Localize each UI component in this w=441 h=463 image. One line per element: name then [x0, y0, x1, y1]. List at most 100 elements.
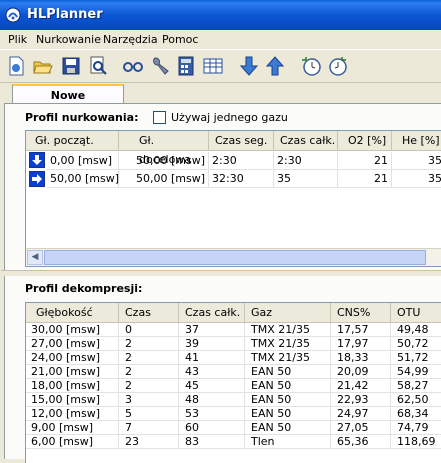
calculator-icon[interactable]	[175, 55, 197, 77]
cell-time[interactable]: 0	[119, 323, 179, 337]
cell-total-time[interactable]: 60	[179, 421, 245, 435]
cell-cns[interactable]: 17,97	[331, 337, 391, 351]
cell-o2[interactable]: 21	[338, 152, 392, 170]
cell-time[interactable]: 5	[119, 407, 179, 421]
cell-seg-time[interactable]: 32:30	[209, 170, 274, 188]
cell-gas[interactable]: EAN 50	[245, 365, 331, 379]
col-header-gas[interactable]: Gaz	[245, 303, 331, 323]
print-preview-icon[interactable]	[87, 55, 109, 77]
col-header-cns[interactable]: CNS%	[331, 303, 391, 323]
cell-cns[interactable]: 24,97	[331, 407, 391, 421]
cell-total-time[interactable]: 41	[179, 351, 245, 365]
cell-otu[interactable]: 51,72	[391, 351, 441, 365]
cell-otu[interactable]: 49,48	[391, 323, 441, 337]
deco-profile-table[interactable]: Głębokość Czas Czas całk. Gaz CNS% OTU 3…	[25, 302, 441, 463]
menu-nurkowanie[interactable]: Nurkowanie	[36, 33, 101, 46]
cell-depth[interactable]: 6,00 [msw]	[26, 435, 119, 449]
horizontal-scrollbar[interactable]: ◀	[26, 248, 441, 266]
cell-cns[interactable]: 27,05	[331, 421, 391, 435]
cell-time[interactable]: 23	[119, 435, 179, 449]
table-icon[interactable]	[202, 55, 224, 77]
wrench-icon[interactable]	[149, 55, 171, 77]
col-header-time[interactable]: Czas	[119, 303, 179, 323]
arrow-up-icon[interactable]	[264, 55, 286, 77]
col-header-o2[interactable]: O2 [%]	[338, 131, 392, 151]
cell-gas[interactable]: EAN 50	[245, 379, 331, 393]
new-document-icon[interactable]	[5, 55, 27, 77]
cell-time[interactable]: 7	[119, 421, 179, 435]
tab-new-dive[interactable]: Nowe nurkowanie	[12, 84, 124, 121]
cell-total-time[interactable]: 45	[179, 379, 245, 393]
cell-otu[interactable]: 58,27	[391, 379, 441, 393]
col-header-target-depth[interactable]: Gł. docelowa	[119, 131, 209, 166]
cell-o2[interactable]: 21	[338, 170, 392, 188]
scroll-left-icon[interactable]: ◀	[27, 250, 43, 265]
cell-depth[interactable]: 21,00 [msw]	[26, 365, 119, 379]
cell-start-depth[interactable]: 0,00 [msw]	[47, 152, 119, 170]
cell-he[interactable]: 35	[392, 152, 441, 170]
cell-gas[interactable]: EAN 50	[245, 407, 331, 421]
cell-time[interactable]: 2	[119, 365, 179, 379]
cell-total-time[interactable]: 53	[179, 407, 245, 421]
cell-total-time[interactable]: 83	[179, 435, 245, 449]
col-header-total-time[interactable]: Czas całk.	[179, 303, 245, 323]
cell-target-depth[interactable]: 50,00 [msw]	[119, 152, 209, 170]
col-header-seg-time[interactable]: Czas seg.	[209, 131, 274, 151]
cell-he[interactable]: 35	[392, 170, 441, 188]
cell-depth[interactable]: 12,00 [msw]	[26, 407, 119, 421]
cell-target-depth[interactable]: 50,00 [msw]	[119, 170, 209, 188]
cell-otu[interactable]: 62,50	[391, 393, 441, 407]
cell-cns[interactable]: 17,57	[331, 323, 391, 337]
cell-depth[interactable]: 9,00 [msw]	[26, 421, 119, 435]
menu-narzedzia[interactable]: Narzędzia	[103, 33, 158, 46]
col-header-depth[interactable]: Głębokość	[26, 303, 119, 323]
cell-total-time[interactable]: 35	[274, 170, 338, 188]
col-header-start-depth[interactable]: Gł. począt.	[26, 131, 119, 151]
scroll-thumb[interactable]	[44, 250, 426, 265]
cell-otu[interactable]: 54,99	[391, 365, 441, 379]
cell-cns[interactable]: 18,33	[331, 351, 391, 365]
cell-cns[interactable]: 22,93	[331, 393, 391, 407]
clock-forward-icon[interactable]	[300, 55, 322, 77]
clock-back-icon[interactable]	[326, 55, 348, 77]
cell-depth[interactable]: 27,00 [msw]	[26, 337, 119, 351]
menu-plik[interactable]: Plik	[8, 33, 27, 46]
dive-profile-table[interactable]: Gł. począt. Gł. docelowa Czas seg. Czas …	[25, 130, 441, 267]
col-header-otu[interactable]: OTU	[391, 303, 441, 323]
cell-cns[interactable]: 20,09	[331, 365, 391, 379]
single-gas-checkbox[interactable]	[153, 111, 166, 124]
cell-depth[interactable]: 24,00 [msw]	[26, 351, 119, 365]
cell-time[interactable]: 2	[119, 337, 179, 351]
splitter[interactable]	[1, 270, 441, 276]
cell-otu[interactable]: 68,34	[391, 407, 441, 421]
cell-total-time[interactable]: 48	[179, 393, 245, 407]
cell-time[interactable]: 3	[119, 393, 179, 407]
save-icon[interactable]	[60, 55, 82, 77]
cell-gas[interactable]: TMX 21/35	[245, 323, 331, 337]
cell-depth[interactable]: 30,00 [msw]	[26, 323, 119, 337]
cell-total-time[interactable]: 37	[179, 323, 245, 337]
cell-start-depth[interactable]: 50,00 [msw]	[47, 170, 119, 188]
glasses-icon[interactable]	[122, 55, 144, 77]
cell-total-time[interactable]: 2:30	[274, 152, 338, 170]
menu-pomoc[interactable]: Pomoc	[162, 33, 198, 46]
cell-depth[interactable]: 15,00 [msw]	[26, 393, 119, 407]
cell-gas[interactable]: TMX 21/35	[245, 351, 331, 365]
cell-depth[interactable]: 18,00 [msw]	[26, 379, 119, 393]
cell-gas[interactable]: EAN 50	[245, 421, 331, 435]
cell-gas[interactable]: EAN 50	[245, 393, 331, 407]
cell-total-time[interactable]: 43	[179, 365, 245, 379]
cell-cns[interactable]: 21,42	[331, 379, 391, 393]
cell-gas[interactable]: Tlen	[245, 435, 331, 449]
open-folder-icon[interactable]	[32, 55, 54, 77]
cell-cns[interactable]: 65,36	[331, 435, 391, 449]
cell-time[interactable]: 2	[119, 379, 179, 393]
col-header-total-time[interactable]: Czas całk.	[274, 131, 338, 151]
cell-otu[interactable]: 118,69	[391, 435, 441, 449]
cell-otu[interactable]: 50,72	[391, 337, 441, 351]
arrow-down-icon[interactable]	[238, 55, 260, 77]
cell-gas[interactable]: TMX 21/35	[245, 337, 331, 351]
cell-total-time[interactable]: 39	[179, 337, 245, 351]
cell-otu[interactable]: 74,79	[391, 421, 441, 435]
col-header-he[interactable]: He [%]	[392, 131, 441, 151]
